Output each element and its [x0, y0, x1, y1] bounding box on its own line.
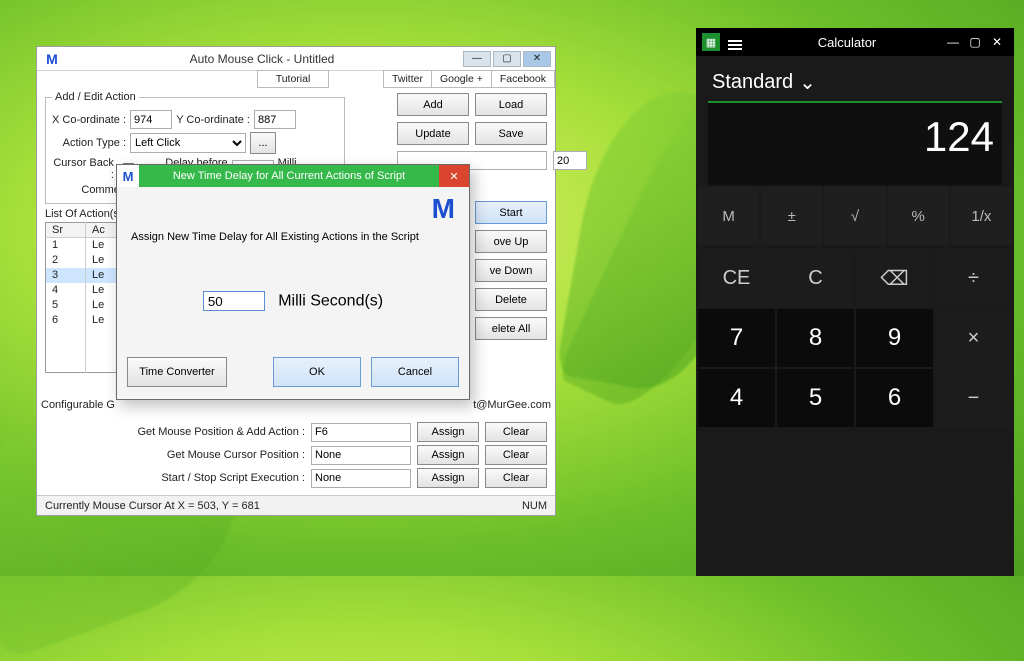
hotkey2-label: Get Mouse Cursor Position : [115, 449, 305, 461]
app-logo-icon: M [41, 51, 63, 67]
start-button[interactable]: Start [475, 201, 547, 224]
key-m[interactable]: M [698, 187, 759, 245]
delay-value-input[interactable] [203, 291, 265, 311]
calc-title-bar[interactable]: ▦ Calculator — ▢ ✕ [696, 28, 1014, 56]
key-backspace[interactable]: ⌫ [856, 249, 933, 307]
dialog-logo-icon: M [117, 165, 139, 187]
calculator-window: ▦ Calculator — ▢ ✕ Standard ⌄ 124 M ± √ … [696, 28, 1014, 576]
move-up-button[interactable]: ove Up [475, 230, 547, 253]
window-title: Auto Mouse Click - Untitled [63, 52, 461, 66]
key-8[interactable]: 8 [777, 309, 854, 367]
minimize-button[interactable]: — [463, 51, 491, 67]
hotkey3-input[interactable] [311, 469, 411, 488]
tutorial-button[interactable]: Tutorial [257, 70, 329, 88]
link-facebook[interactable]: Facebook [492, 70, 555, 88]
key-7[interactable]: 7 [698, 309, 775, 367]
key-ce[interactable]: CE [698, 249, 775, 307]
dialog-big-logo-icon: M [432, 193, 455, 225]
key-plusminus[interactable]: ± [761, 187, 822, 245]
y-label: Y Co-ordinate : [176, 114, 250, 126]
key-divide[interactable]: ÷ [935, 249, 1012, 307]
function-row: CE C ⌫ ÷ 7 8 9 × 4 5 6 − [696, 247, 1014, 429]
y-input[interactable] [254, 110, 296, 129]
key-9[interactable]: 9 [856, 309, 933, 367]
config-label: Configurable G [41, 399, 115, 411]
status-bar: Currently Mouse Cursor At X = 503, Y = 6… [37, 495, 555, 515]
hotkey3-clear[interactable]: Clear [485, 468, 547, 488]
chevron-down-icon: ⌄ [799, 70, 816, 95]
update-button[interactable]: Update [397, 122, 469, 145]
hotkey1-label: Get Mouse Position & Add Action : [115, 426, 305, 438]
group-label: Add / Edit Action [52, 91, 139, 103]
close-button[interactable]: ✕ [523, 51, 551, 67]
key-multiply[interactable]: × [935, 309, 1012, 367]
key-4[interactable]: 4 [698, 369, 775, 427]
hotkey1-input[interactable] [311, 423, 411, 442]
x-label: X Co-ordinate : [52, 114, 126, 126]
key-6[interactable]: 6 [856, 369, 933, 427]
title-bar[interactable]: M Auto Mouse Click - Untitled — ▢ ✕ [37, 47, 555, 71]
delete-all-button[interactable]: elete All [475, 317, 547, 340]
dialog-close-button[interactable]: ✕ [439, 165, 469, 187]
calc-close-button[interactable]: ✕ [986, 35, 1008, 49]
key-5[interactable]: 5 [777, 369, 854, 427]
link-twitter[interactable]: Twitter [383, 70, 432, 88]
key-sqrt[interactable]: √ [824, 187, 885, 245]
hotkey3-label: Start / Stop Script Execution : [115, 472, 305, 484]
calc-minimize-button[interactable]: — [942, 35, 964, 49]
repeat-extra-input[interactable] [553, 151, 587, 170]
mode-selector[interactable]: Standard ⌄ [696, 56, 1014, 97]
hotkey3-assign[interactable]: Assign [417, 468, 479, 488]
mode-label: Standard [712, 71, 793, 94]
calc-display: 124 [708, 101, 1002, 185]
dialog-title: New Time Delay for All Current Actions o… [139, 170, 439, 182]
memory-row: M ± √ % 1/x [696, 185, 1014, 247]
action-more-button[interactable]: ... [250, 132, 276, 154]
cancel-button[interactable]: Cancel [371, 357, 459, 387]
delete-button[interactable]: Delete [475, 288, 547, 311]
link-googleplus[interactable]: Google + [432, 70, 492, 88]
x-input[interactable] [130, 110, 172, 129]
move-down-button[interactable]: ve Down [475, 259, 547, 282]
dialog-message: Assign New Time Delay for All Existing A… [131, 231, 455, 243]
hotkey2-assign[interactable]: Assign [417, 445, 479, 465]
ok-button[interactable]: OK [273, 357, 361, 387]
key-percent[interactable]: % [888, 187, 949, 245]
key-reciprocal[interactable]: 1/x [951, 187, 1012, 245]
numlock-indicator: NUM [522, 500, 547, 512]
hotkey2-clear[interactable]: Clear [485, 445, 547, 465]
action-type-label: Action Type : [52, 137, 126, 149]
col-sr: Sr [46, 223, 86, 238]
key-minus[interactable]: − [935, 369, 1012, 427]
add-button[interactable]: Add [397, 93, 469, 116]
hotkey1-assign[interactable]: Assign [417, 422, 479, 442]
cursor-position-status: Currently Mouse Cursor At X = 503, Y = 6… [45, 500, 260, 512]
delay-unit-label: Milli Second(s) [278, 293, 383, 310]
cursor-back-label: Cursor Back : [52, 157, 114, 181]
save-button[interactable]: Save [475, 122, 547, 145]
calc-maximize-button[interactable]: ▢ [964, 35, 986, 49]
time-converter-button[interactable]: Time Converter [127, 357, 227, 387]
dialog-title-bar[interactable]: M New Time Delay for All Current Actions… [117, 165, 469, 187]
hotkey2-input[interactable] [311, 446, 411, 465]
calc-app-icon: ▦ [702, 33, 720, 51]
hamburger-icon[interactable] [728, 35, 742, 49]
support-link[interactable]: t@MurGee.com [473, 399, 551, 411]
time-delay-dialog: M New Time Delay for All Current Actions… [116, 164, 470, 400]
load-button[interactable]: Load [475, 93, 547, 116]
comment-label: Commen [52, 184, 126, 196]
hotkey1-clear[interactable]: Clear [485, 422, 547, 442]
maximize-button[interactable]: ▢ [493, 51, 521, 67]
key-c[interactable]: C [777, 249, 854, 307]
action-type-select[interactable]: Left Click [130, 133, 246, 153]
calc-title: Calculator [752, 35, 942, 50]
